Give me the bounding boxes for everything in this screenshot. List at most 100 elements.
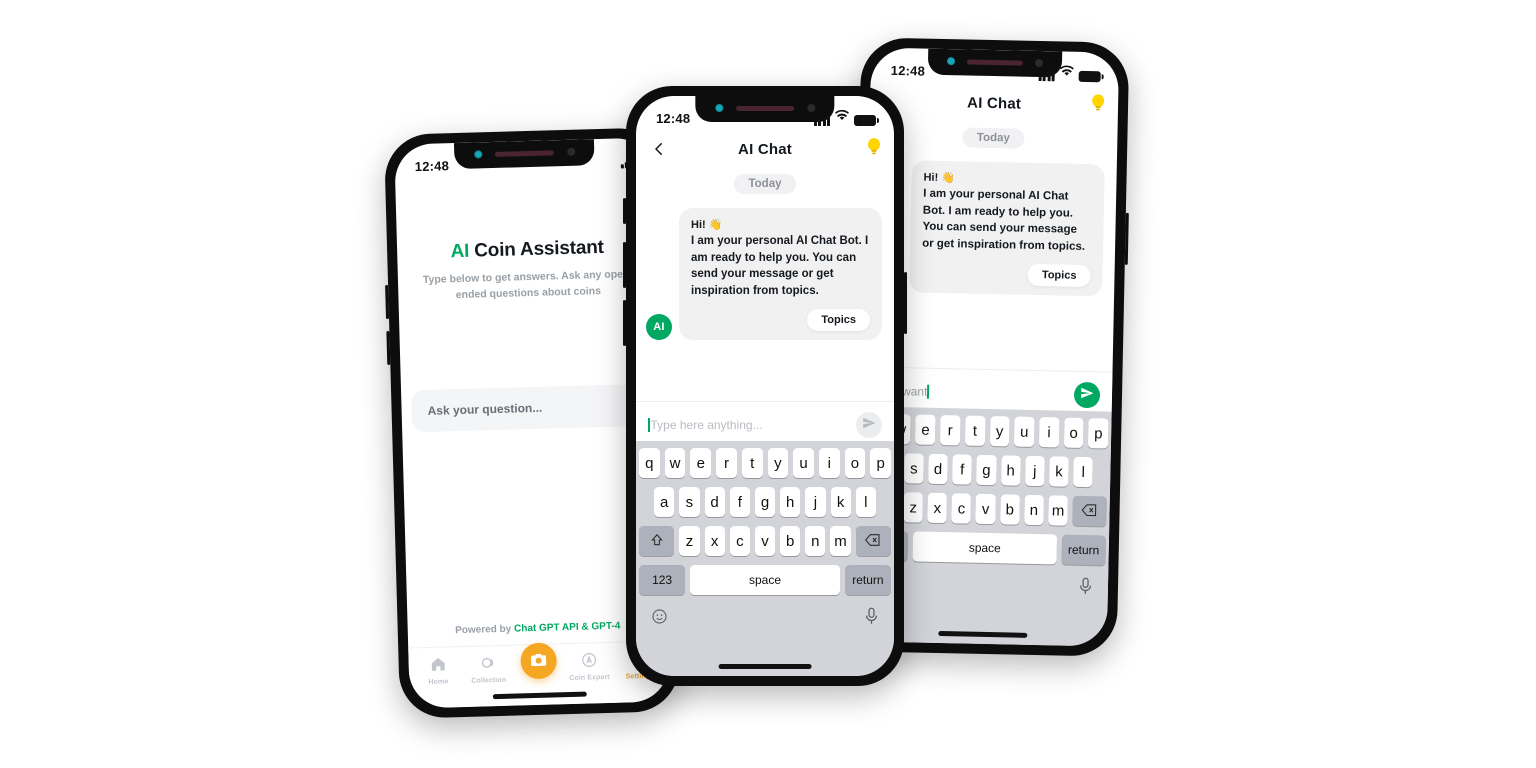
key-a[interactable]: a bbox=[654, 487, 675, 517]
send-button[interactable] bbox=[1073, 381, 1101, 409]
key-m[interactable]: m bbox=[830, 526, 851, 556]
space-key[interactable]: space bbox=[912, 531, 1057, 565]
middle-phone-side-button bbox=[623, 198, 626, 224]
avatar: AI bbox=[646, 313, 672, 340]
key-m[interactable]: m bbox=[1048, 495, 1068, 526]
key-o[interactable]: o bbox=[844, 448, 866, 478]
camera-capture-button[interactable] bbox=[520, 642, 558, 680]
key-e[interactable]: e bbox=[690, 448, 712, 478]
wifi-icon bbox=[1059, 63, 1074, 81]
day-separator: Today bbox=[962, 127, 1025, 149]
status-time: 12:48 bbox=[656, 111, 691, 126]
key-r[interactable]: r bbox=[716, 448, 737, 478]
key-u[interactable]: u bbox=[1014, 416, 1035, 447]
key-v[interactable]: v bbox=[975, 493, 996, 525]
lightbulb-icon[interactable] bbox=[1090, 93, 1107, 118]
key-h[interactable]: h bbox=[780, 487, 801, 517]
keyboard-row-spacer bbox=[1098, 457, 1108, 487]
topics-button[interactable]: Topics bbox=[807, 308, 870, 331]
backspace-key[interactable] bbox=[1072, 495, 1107, 527]
space-key[interactable]: space bbox=[690, 565, 840, 595]
key-t[interactable]: t bbox=[964, 415, 986, 446]
message-text: I am your personal AI Chat Bot. I am rea… bbox=[691, 233, 870, 300]
key-s[interactable]: s bbox=[679, 487, 700, 517]
message-input[interactable]: Type here anything... bbox=[648, 418, 848, 432]
bot-message-bubble: Hi! 👋 I am your personal AI Chat Bot. I … bbox=[909, 160, 1105, 297]
key-g[interactable]: g bbox=[976, 454, 997, 486]
key-p[interactable]: p bbox=[1088, 418, 1109, 449]
key-s[interactable]: s bbox=[903, 453, 924, 484]
key-u[interactable]: u bbox=[793, 448, 814, 478]
key-l[interactable]: l bbox=[855, 487, 876, 517]
key-y[interactable]: y bbox=[767, 448, 789, 478]
key-n[interactable]: n bbox=[1024, 494, 1044, 526]
key-q[interactable]: q bbox=[638, 448, 660, 478]
chat-navbar: AI Chat bbox=[636, 128, 894, 170]
back-chevron-icon[interactable] bbox=[650, 140, 668, 158]
wifi-icon bbox=[835, 108, 849, 126]
key-i[interactable]: i bbox=[818, 448, 840, 478]
keyboard-row-1: qwertyuiop bbox=[638, 448, 892, 478]
key-r[interactable]: r bbox=[940, 415, 961, 446]
key-z[interactable]: z bbox=[679, 526, 700, 556]
key-e[interactable]: e bbox=[915, 414, 936, 445]
shift-icon bbox=[650, 533, 664, 550]
emoji-icon[interactable] bbox=[651, 608, 668, 630]
key-z[interactable]: z bbox=[903, 492, 924, 523]
keyboard-row-2: asdfghjkl bbox=[639, 487, 891, 517]
return-key[interactable]: return bbox=[844, 565, 891, 595]
key-c[interactable]: c bbox=[951, 493, 972, 524]
key-b[interactable]: b bbox=[780, 526, 801, 556]
tab-collection[interactable]: Collection bbox=[465, 654, 512, 685]
home-indicator bbox=[718, 664, 812, 669]
microphone-icon[interactable] bbox=[864, 607, 879, 630]
key-v[interactable]: v bbox=[754, 526, 776, 556]
key-k[interactable]: k bbox=[1049, 456, 1069, 487]
key-o[interactable]: o bbox=[1063, 417, 1084, 448]
topics-button[interactable]: Topics bbox=[1027, 263, 1091, 287]
key-j[interactable]: j bbox=[805, 487, 826, 517]
powered-brand: Chat GPT API & GPT-4 bbox=[513, 620, 621, 635]
numeric-key[interactable]: 123 bbox=[639, 565, 686, 595]
key-f[interactable]: f bbox=[952, 454, 973, 485]
key-d[interactable]: d bbox=[704, 487, 725, 517]
keyboard-row-spacer bbox=[639, 487, 649, 517]
keyboard-row-3: zxcvbnm bbox=[639, 526, 891, 556]
key-p[interactable]: p bbox=[870, 448, 892, 478]
key-y[interactable]: y bbox=[989, 416, 1010, 447]
key-d[interactable]: d bbox=[928, 453, 948, 485]
key-w[interactable]: w bbox=[664, 448, 686, 478]
tab-home[interactable]: Home bbox=[415, 655, 462, 686]
send-button[interactable] bbox=[856, 412, 882, 438]
lightbulb-icon[interactable] bbox=[866, 137, 882, 162]
key-x[interactable]: x bbox=[927, 492, 948, 524]
key-h[interactable]: h bbox=[1000, 455, 1021, 486]
middle-phone-power-button bbox=[904, 272, 907, 334]
key-t[interactable]: t bbox=[741, 448, 763, 478]
message-input[interactable]: t it, I want bbox=[876, 384, 1066, 402]
key-i[interactable]: i bbox=[1038, 417, 1060, 448]
key-k[interactable]: k bbox=[830, 487, 851, 517]
shift-key[interactable] bbox=[639, 526, 675, 556]
chat-message-row: AI Hi! 👋 I am your personal AI Chat Bot.… bbox=[636, 194, 894, 340]
tab-coin-expert[interactable]: Coin Expert bbox=[566, 651, 613, 682]
backspace-key[interactable] bbox=[855, 526, 891, 556]
page-title: AI Chat bbox=[966, 93, 1022, 113]
cellular-signal-icon bbox=[813, 115, 830, 126]
key-g[interactable]: g bbox=[754, 487, 776, 517]
key-n[interactable]: n bbox=[805, 526, 826, 556]
key-j[interactable]: j bbox=[1024, 455, 1045, 487]
microphone-icon[interactable] bbox=[1078, 577, 1093, 600]
right-phone-side-button bbox=[1124, 212, 1129, 265]
ask-question-input[interactable]: Ask your question... bbox=[411, 383, 653, 433]
key-l[interactable]: l bbox=[1073, 456, 1094, 488]
return-key[interactable]: return bbox=[1061, 534, 1107, 566]
left-phone-side-button bbox=[386, 330, 391, 366]
key-c[interactable]: c bbox=[729, 526, 750, 556]
tab-camera[interactable] bbox=[515, 642, 562, 680]
key-x[interactable]: x bbox=[704, 526, 725, 556]
key-f[interactable]: f bbox=[729, 487, 750, 517]
key-b[interactable]: b bbox=[999, 494, 1020, 525]
on-screen-keyboard: qwertyuiop asdfghjkl zxcvbnm bbox=[636, 441, 894, 676]
screenshot-canvas: 12:48 AI Coin Assistant Type below to ge… bbox=[0, 0, 1536, 768]
